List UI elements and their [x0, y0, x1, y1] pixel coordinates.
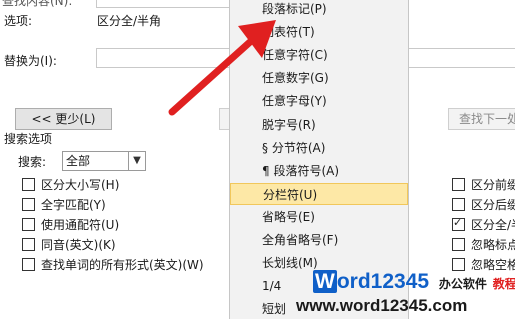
watermark-brand-rest: ord12345	[336, 270, 430, 293]
arrow-shaft	[168, 38, 254, 116]
watermark-top-row: Word12345 办公软件 教程	[313, 270, 515, 294]
watermark-brand-prefix: W	[313, 270, 337, 293]
watermark-url: www.word12345.com	[296, 296, 468, 315]
watermark: Word12345 办公软件 教程 www.word12345.com	[258, 268, 515, 319]
watermark-slogan: 办公软件	[438, 277, 487, 291]
watermark-slogan-suffix: 教程	[492, 277, 515, 291]
